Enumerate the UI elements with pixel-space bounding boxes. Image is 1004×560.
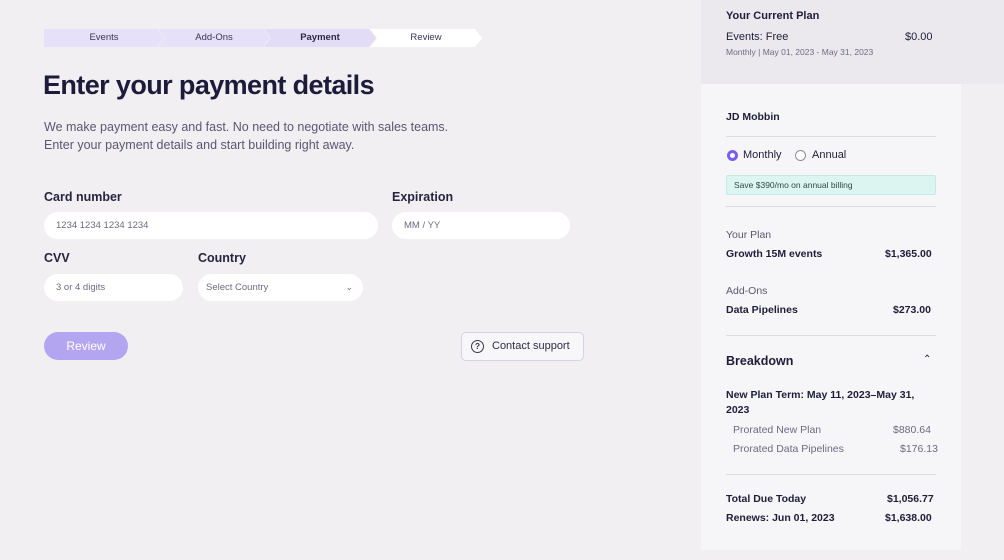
cvv-placeholder: 3 or 4 digits [56, 282, 106, 293]
monthly-label[interactable]: Monthly [743, 149, 782, 161]
description-line-1: We make payment easy and fast. No need t… [44, 120, 449, 134]
card-number-placeholder: 1234 1234 1234 1234 [56, 220, 149, 231]
expiration-placeholder: MM / YY [404, 220, 441, 231]
step-payment[interactable]: Payment [264, 29, 376, 47]
prorated-plan-label: Prorated New Plan [733, 424, 822, 436]
plan-price: $1,365.00 [885, 248, 932, 260]
help-circle-icon: ? [471, 340, 484, 353]
breakdown-heading[interactable]: Breakdown [726, 354, 793, 368]
divider [726, 335, 936, 336]
country-label: Country [198, 251, 246, 265]
current-plan-heading: Your Current Plan [726, 10, 820, 22]
contact-support-button[interactable]: ? Contact support [461, 332, 584, 361]
plan-term-line-1: New Plan Term: May 11, 2023–May 31, [726, 389, 915, 401]
radio-monthly[interactable] [727, 150, 738, 161]
country-select-value: Select Country [206, 282, 269, 293]
card-number-input[interactable]: 1234 1234 1234 1234 [44, 212, 378, 239]
divider [726, 206, 936, 207]
annual-savings-banner: Save $390/mo on annual billing [726, 175, 936, 195]
step-review[interactable]: Review [370, 29, 482, 47]
chevron-up-icon[interactable]: ⌃ [923, 354, 931, 365]
current-plan-period: Monthly | May 01, 2023 - May 31, 2023 [726, 47, 874, 57]
review-button[interactable]: Review [44, 332, 128, 360]
card-number-label: Card number [44, 190, 122, 204]
prorated-pipelines-value: $176.13 [900, 443, 938, 455]
country-select[interactable]: Select Country ⌄ [198, 274, 363, 301]
customer-name: JD Mobbin [726, 111, 780, 123]
expiration-input[interactable]: MM / YY [392, 212, 570, 239]
prorated-pipelines-label: Prorated Data Pipelines [733, 443, 844, 455]
contact-support-label: Contact support [492, 340, 570, 352]
page-title: Enter your payment details [43, 70, 375, 100]
prorated-plan-value: $880.64 [893, 424, 931, 436]
panel-gutter [961, 84, 1004, 560]
cvv-label: CVV [44, 251, 70, 265]
expiration-label: Expiration [392, 190, 454, 204]
current-plan-name: Events: Free [726, 31, 789, 43]
page-description: We make payment easy and fast. No need t… [44, 118, 484, 154]
add-on-price: $273.00 [893, 304, 931, 316]
checkout-stepper: Events Add-Ons Payment Review [44, 29, 484, 47]
total-due-label: Total Due Today [726, 493, 807, 505]
current-plan-price: $0.00 [905, 31, 933, 43]
step-events[interactable]: Events [44, 29, 164, 47]
renews-value: $1,638.00 [885, 512, 932, 524]
cvv-input[interactable]: 3 or 4 digits [44, 274, 183, 301]
plan-term-line-2: 2023 [726, 404, 750, 416]
divider [726, 474, 936, 475]
annual-label[interactable]: Annual [812, 149, 846, 161]
plan-name: Growth 15M events [726, 248, 823, 260]
chevron-down-icon: ⌄ [345, 282, 353, 292]
total-due-value: $1,056.77 [887, 493, 934, 505]
your-plan-heading: Your Plan [726, 229, 772, 241]
divider [726, 136, 936, 137]
description-line-2: Enter your payment details and start bui… [44, 138, 355, 152]
add-ons-heading: Add-Ons [726, 285, 768, 297]
step-add-ons[interactable]: Add-Ons [158, 29, 270, 47]
add-on-name: Data Pipelines [726, 304, 798, 316]
renews-label: Renews: Jun 01, 2023 [726, 512, 835, 524]
radio-annual[interactable] [795, 150, 806, 161]
